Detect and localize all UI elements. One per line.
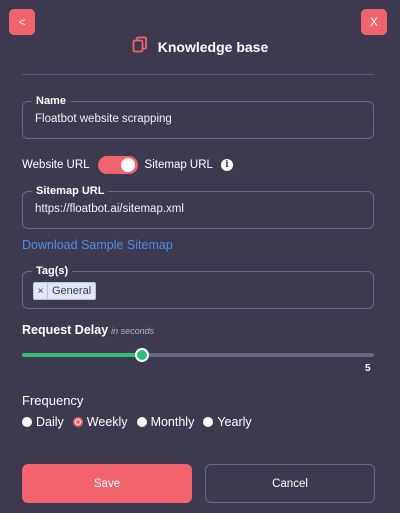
name-field-label: Name — [32, 94, 70, 108]
slider-thumb[interactable] — [134, 348, 149, 362]
sitemap-url-value[interactable]: https://floatbot.ai/sitemap.xml — [35, 203, 184, 215]
slider-fill — [22, 353, 142, 357]
url-type-toggle[interactable] — [97, 156, 138, 174]
tag-chip: × General — [33, 282, 97, 300]
radio-label: Monthly — [150, 415, 195, 429]
tags-field[interactable]: Tag(s) × General — [22, 264, 374, 309]
remove-tag-icon[interactable]: × — [34, 283, 48, 299]
sitemap-url-field-label: Sitemap URL — [32, 184, 109, 198]
header-divider — [22, 74, 374, 75]
knowledge-base-panel: < X Knowledge base Name Floatbot website… — [0, 0, 400, 513]
frequency-options: Daily Weekly Monthly Yearly — [22, 415, 261, 429]
radio-yearly[interactable]: Yearly — [203, 415, 252, 429]
name-field-value[interactable]: Floatbot website scrapping — [35, 113, 172, 125]
request-delay-slider[interactable] — [22, 348, 374, 362]
radio-label: Weekly — [86, 415, 128, 429]
request-delay-value: 5 — [365, 363, 371, 374]
info-icon[interactable]: i — [220, 159, 233, 171]
page-title: Knowledge base — [157, 39, 269, 55]
toggle-knob — [120, 158, 135, 172]
panel-header: Knowledge base — [0, 36, 400, 58]
radio-dot[interactable] — [72, 417, 83, 427]
save-button[interactable]: Save — [22, 464, 192, 503]
sitemap-url-field[interactable]: Sitemap URL https://floatbot.ai/sitemap.… — [22, 184, 374, 229]
copy-icon — [132, 36, 148, 58]
name-field[interactable]: Name Floatbot website scrapping — [22, 94, 374, 139]
radio-dot[interactable] — [136, 417, 147, 427]
url-type-toggle-row: Website URL Sitemap URL i — [22, 156, 233, 174]
close-button[interactable]: X — [361, 9, 387, 35]
radio-dot[interactable] — [22, 417, 32, 427]
website-url-label: Website URL — [22, 159, 90, 171]
tags-field-label: Tag(s) — [32, 264, 73, 278]
download-sample-sitemap-link[interactable]: Download Sample Sitemap — [22, 238, 173, 252]
radio-label: Yearly — [217, 415, 252, 429]
request-delay-label: Request Delay in seconds — [22, 323, 154, 337]
tag-label: General — [52, 285, 92, 297]
radio-label: Daily — [36, 415, 64, 429]
radio-daily[interactable]: Daily — [22, 415, 64, 429]
radio-weekly[interactable]: Weekly — [72, 415, 128, 429]
radio-monthly[interactable]: Monthly — [136, 415, 195, 429]
sitemap-url-label: Sitemap URL — [144, 159, 213, 171]
back-button[interactable]: < — [9, 9, 35, 35]
cancel-button[interactable]: Cancel — [205, 464, 375, 503]
frequency-label: Frequency — [22, 393, 84, 408]
radio-dot[interactable] — [203, 417, 214, 427]
request-delay-unit-hint: in seconds — [111, 326, 155, 336]
request-delay-title: Request Delay — [22, 323, 109, 337]
